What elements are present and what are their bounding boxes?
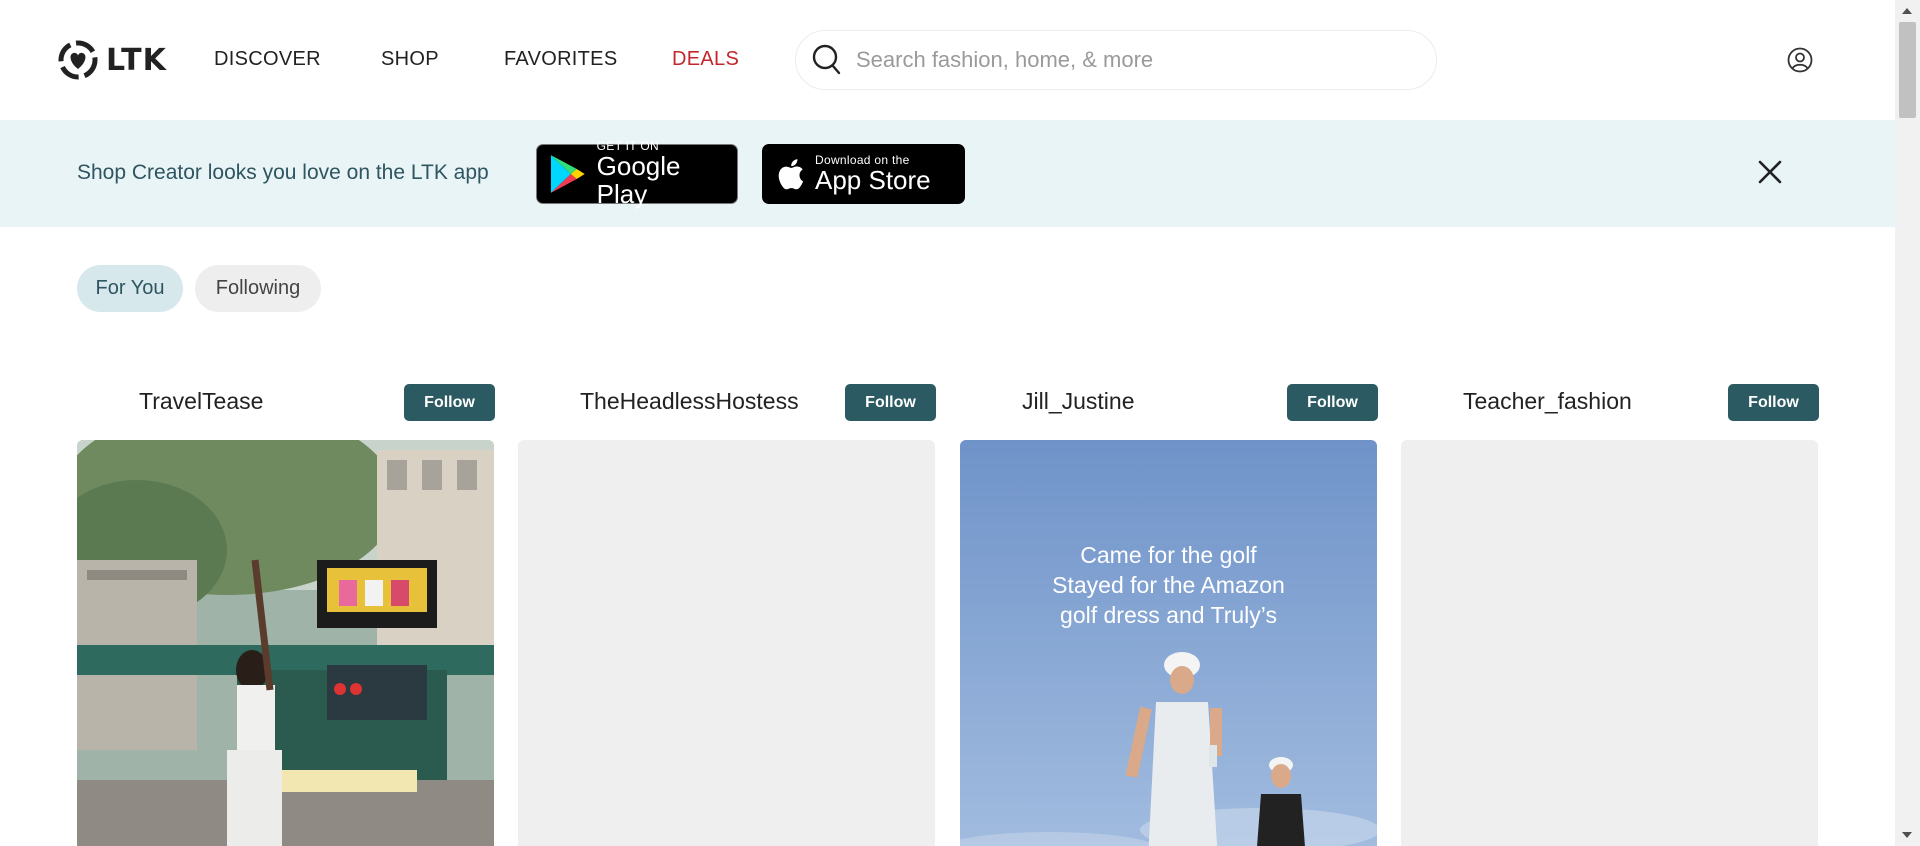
ltk-logo[interactable]: LTK bbox=[58, 40, 167, 80]
app-download-banner: Shop Creator looks you love on the LTK a… bbox=[0, 120, 1895, 227]
creator-name[interactable]: Jill_Justine bbox=[1022, 388, 1135, 415]
google-play-button[interactable]: GET IT ON Google Play bbox=[536, 140, 738, 208]
app-store-button[interactable]: Download on the App Store bbox=[762, 144, 965, 204]
post-caption-overlay: Came for the golf Stayed for the Amazon … bbox=[960, 540, 1377, 630]
post-image-placeholder[interactable] bbox=[518, 440, 935, 846]
creator-name[interactable]: Teacher_fashion bbox=[1463, 388, 1632, 415]
google-play-big-text: Google Play bbox=[596, 151, 681, 209]
caption-line: golf dress and Truly’s bbox=[1060, 602, 1277, 628]
nav-favorites[interactable]: FAVORITES bbox=[504, 48, 617, 71]
search-icon bbox=[812, 44, 841, 75]
account-icon[interactable] bbox=[1787, 47, 1813, 73]
scroll-down-arrow-icon[interactable] bbox=[1902, 832, 1912, 838]
nav-discover[interactable]: DISCOVER bbox=[214, 48, 321, 71]
search-bar[interactable] bbox=[795, 30, 1437, 90]
follow-button[interactable]: Follow bbox=[845, 384, 936, 421]
logo-text: LTK bbox=[106, 42, 167, 78]
top-header: LTK DISCOVER SHOP FAVORITES DEALS bbox=[0, 0, 1895, 120]
creator-name[interactable]: TheHeadlessHostess bbox=[580, 388, 799, 415]
tab-for-you[interactable]: For You bbox=[77, 265, 183, 312]
google-play-icon bbox=[550, 155, 585, 193]
search-input[interactable] bbox=[856, 47, 1416, 73]
follow-button[interactable]: Follow bbox=[1728, 384, 1819, 421]
post-image[interactable] bbox=[77, 440, 494, 846]
post-image-placeholder[interactable] bbox=[1401, 440, 1818, 846]
caption-line: Stayed for the Amazon bbox=[1052, 572, 1285, 598]
subway-photo bbox=[77, 440, 494, 846]
scroll-up-arrow-icon[interactable] bbox=[1902, 8, 1912, 14]
app-store-big-text: App Store bbox=[815, 165, 931, 195]
post-image[interactable]: Came for the golf Stayed for the Amazon … bbox=[960, 440, 1377, 846]
golf-photo bbox=[960, 440, 1377, 846]
follow-button[interactable]: Follow bbox=[404, 384, 495, 421]
apple-icon bbox=[778, 159, 804, 190]
scrollbar-thumb[interactable] bbox=[1899, 22, 1916, 118]
banner-text: Shop Creator looks you love on the LTK a… bbox=[77, 161, 489, 184]
tab-following[interactable]: Following bbox=[195, 265, 321, 312]
close-icon[interactable] bbox=[1756, 158, 1784, 186]
follow-button[interactable]: Follow bbox=[1287, 384, 1378, 421]
ltk-logo-icon bbox=[58, 40, 98, 80]
caption-line: Came for the golf bbox=[1080, 542, 1257, 568]
page-scrollbar[interactable] bbox=[1895, 0, 1920, 846]
nav-shop[interactable]: SHOP bbox=[381, 48, 439, 71]
creator-name[interactable]: TravelTease bbox=[139, 388, 263, 415]
nav-deals[interactable]: DEALS bbox=[672, 48, 739, 71]
